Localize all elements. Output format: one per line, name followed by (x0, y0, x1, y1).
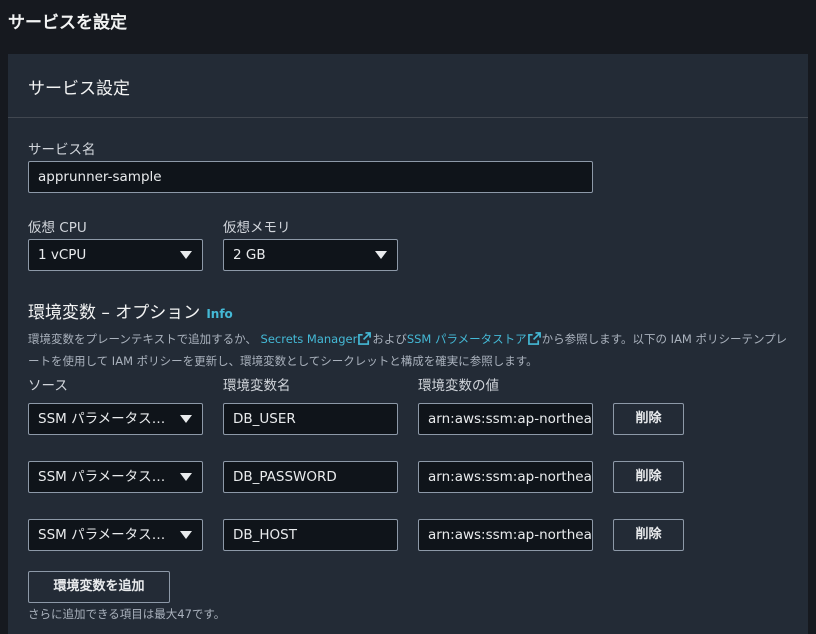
delete-button[interactable]: 削除 (613, 519, 684, 551)
env-name-input[interactable]: DB_HOST (223, 519, 398, 551)
service-name-label: サービス名 (28, 142, 96, 158)
secrets-manager-link[interactable]: Secrets Manager (261, 332, 373, 346)
service-settings-panel: サービス設定 サービス名 apprunner-sample 仮想 CPU 1 v… (8, 54, 808, 634)
add-limit-hint: さらに追加できる項目は最大47です。 (28, 607, 226, 621)
service-name-input[interactable]: apprunner-sample (28, 161, 593, 193)
env-value-input[interactable]: arn:aws:ssm:ap-northeast-1 (418, 403, 593, 435)
external-link-icon (358, 332, 372, 345)
cpu-label: 仮想 CPU (28, 220, 87, 236)
caret-down-icon (180, 251, 192, 259)
delete-button[interactable]: 削除 (613, 461, 684, 493)
memory-select[interactable]: 2 GB (223, 239, 398, 271)
env-source-value: SSM パラメータストア (38, 527, 172, 543)
desc-text-1: 環境変数をプレーンテキストで追加するか、 (28, 332, 257, 346)
env-name-input[interactable]: DB_PASSWORD (223, 461, 398, 493)
env-title-text: 環境変数 – オプション (28, 303, 201, 323)
caret-down-icon (180, 531, 192, 539)
cpu-select[interactable]: 1 vCPU (28, 239, 203, 271)
caret-down-icon (375, 251, 387, 259)
env-value-input[interactable]: arn:aws:ssm:ap-northeast-1 (418, 461, 593, 493)
env-section-title: 環境変数 – オプション Info (28, 298, 233, 323)
panel-title: サービス設定 (28, 79, 130, 99)
desc-text-2: および (372, 332, 407, 346)
memory-label: 仮想メモリ (223, 220, 291, 236)
add-env-var-button[interactable]: 環境変数を追加 (28, 571, 170, 603)
env-value-input[interactable]: arn:aws:ssm:ap-northeast-1 (418, 519, 593, 551)
ssm-parameter-store-link[interactable]: SSM パラメータストア (407, 332, 542, 346)
caret-down-icon (180, 473, 192, 481)
env-source-value: SSM パラメータストア (38, 469, 172, 485)
env-source-select[interactable]: SSM パラメータストア (28, 519, 203, 551)
memory-value: 2 GB (233, 247, 266, 263)
info-link[interactable]: Info (206, 307, 232, 321)
env-source-value: SSM パラメータストア (38, 411, 172, 427)
env-name-column-label: 環境変数名 (223, 378, 291, 394)
env-source-select[interactable]: SSM パラメータストア (28, 403, 203, 435)
env-description: 環境変数をプレーンテキストで追加するか、 Secrets Manager およびS… (28, 328, 788, 372)
source-column-label: ソース (28, 378, 68, 394)
external-link-icon (527, 332, 541, 345)
env-name-input[interactable]: DB_USER (223, 403, 398, 435)
page-title: サービスを設定 (8, 13, 127, 33)
env-value-column-label: 環境変数の値 (418, 378, 499, 394)
caret-down-icon (180, 415, 192, 423)
cpu-value: 1 vCPU (38, 247, 87, 263)
env-source-select[interactable]: SSM パラメータストア (28, 461, 203, 493)
panel-header: サービス設定 (8, 54, 808, 118)
delete-button[interactable]: 削除 (613, 403, 684, 435)
service-name-value: apprunner-sample (38, 169, 162, 185)
